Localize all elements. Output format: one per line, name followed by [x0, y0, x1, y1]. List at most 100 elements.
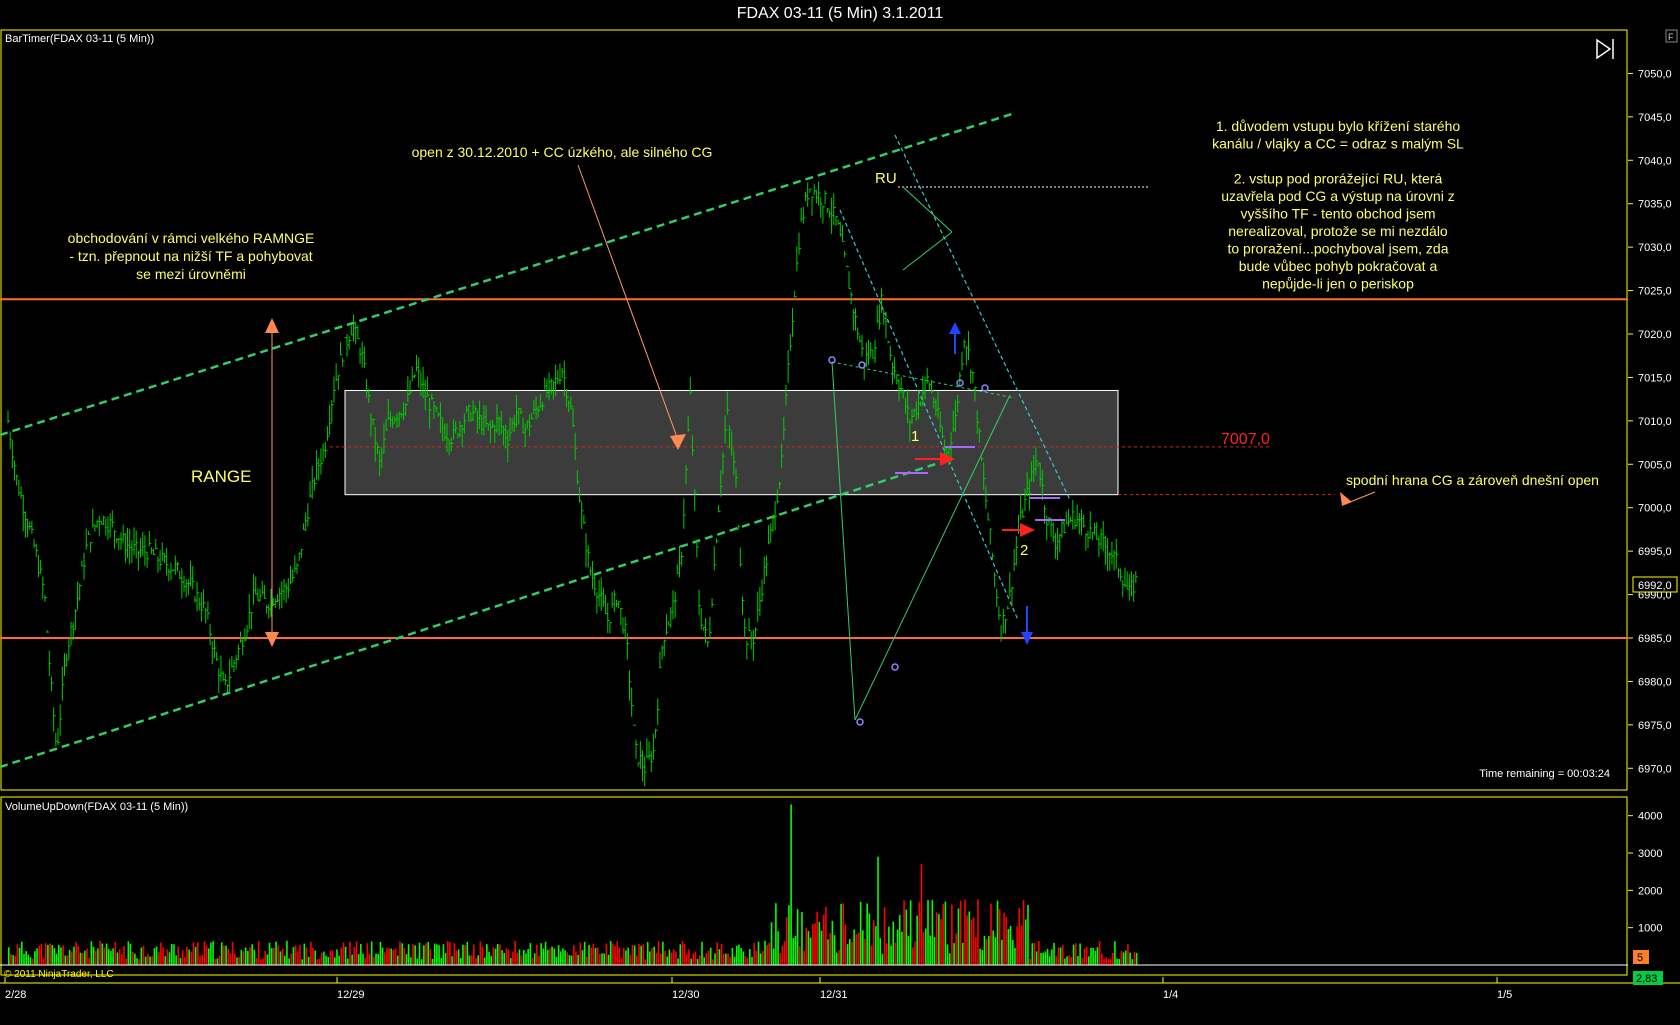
volume-bar [953, 943, 955, 965]
volume-bar [712, 959, 714, 965]
range-note-line-1: obchodování v rámci velkého RAMNGE [68, 230, 315, 246]
volume-bar [71, 951, 73, 965]
volume-bar [1033, 942, 1036, 965]
volume-bar [294, 945, 297, 965]
volume-bar [1011, 939, 1014, 965]
volume-bar [553, 948, 556, 965]
volume-bar [51, 945, 54, 965]
volume-bar [266, 954, 269, 965]
volume-bar [1107, 958, 1110, 965]
volume-bar [840, 904, 842, 965]
volume-bar [244, 947, 247, 965]
volume-bar [870, 945, 873, 965]
volume-bar [877, 856, 879, 965]
volume-bar [423, 945, 425, 965]
volume-bar [190, 951, 193, 965]
volume-bar [420, 959, 423, 965]
volume-bar [851, 941, 853, 965]
price-tick-label: 6980,0 [1638, 676, 1672, 688]
volume-bar [114, 942, 117, 965]
volume-bar [636, 955, 638, 965]
volume-bar [751, 956, 753, 965]
volume-bar [1133, 951, 1136, 965]
bottom-edge-note: spodní hrana CG a zároveň dnešní open [1346, 472, 1599, 488]
volume-bar [273, 947, 275, 965]
volume-bar [349, 941, 351, 965]
volume-bar [1022, 900, 1025, 965]
volume-bar [699, 955, 701, 965]
volume-bar [1059, 947, 1062, 965]
volume-bar [486, 944, 488, 965]
volume-bar [592, 943, 595, 965]
volume-bar [979, 948, 981, 965]
volume-bar [101, 943, 104, 965]
volume-bar [151, 956, 154, 965]
volume-bar [1120, 950, 1123, 965]
volume-bar [720, 944, 723, 965]
volume-bar [781, 945, 784, 965]
volume-bar [879, 938, 882, 965]
volume-bar [1014, 947, 1016, 965]
volume-bar [1098, 941, 1101, 965]
volume-bar [47, 944, 49, 965]
volume-bar [84, 950, 86, 965]
volume-bar [97, 948, 99, 965]
volume-bar [77, 946, 80, 965]
volume-bar [638, 943, 640, 965]
volume-bar [783, 941, 786, 965]
f-button[interactable]: F [1665, 29, 1678, 43]
volume-bar [875, 926, 877, 965]
volume-bar [31, 958, 34, 965]
volume-bar [353, 947, 356, 965]
volume-bar [218, 955, 221, 965]
volume-bar [546, 949, 549, 965]
volume-bar [290, 953, 293, 965]
volume-bar [935, 912, 938, 965]
time-tick-label: 12/30 [672, 989, 700, 1001]
volume-bar [518, 949, 521, 965]
skip-forward-icon[interactable] [1596, 38, 1614, 60]
volume-bar [655, 952, 658, 965]
volume-bar [27, 954, 30, 965]
volume-bar [173, 944, 175, 965]
volume-bar [379, 941, 382, 965]
volume-bar [436, 944, 438, 965]
volume-bar [286, 940, 288, 965]
volume-tick-label: 1000 [1638, 923, 1662, 935]
volume-bar [262, 958, 264, 965]
right-note-line: uzavřela pod CG a výstup na úrovni z [1221, 188, 1454, 204]
volume-bar [581, 950, 584, 965]
volume-bar [438, 945, 440, 965]
volume-value-tag: 5 [1633, 950, 1649, 964]
volume-bar [968, 911, 971, 965]
volume-bar [192, 941, 195, 965]
price-tick-label: 7040,0 [1638, 155, 1672, 167]
volume-bar [890, 945, 892, 965]
volume-bar [477, 955, 479, 965]
volume-bar [168, 952, 171, 965]
volume-bar [55, 953, 58, 965]
volume-bar [983, 935, 986, 965]
volume-bar [36, 948, 38, 965]
volume-bar [927, 900, 929, 965]
volume-bar [988, 936, 990, 965]
volume-bar [186, 946, 188, 965]
volume-bar [1094, 950, 1097, 965]
volume-bar [633, 945, 636, 965]
volume-bar [992, 930, 995, 965]
volume-bar [427, 941, 430, 965]
ru-wedge-line-2 [902, 186, 953, 233]
volume-bar [53, 948, 56, 965]
volume-bar [292, 947, 295, 965]
volume-bar [355, 941, 358, 965]
volume-bar [1135, 952, 1138, 965]
volume-bar [994, 937, 997, 965]
volume-bar [812, 924, 814, 965]
volume-bar [544, 941, 547, 965]
volume-bar [320, 952, 323, 965]
price-tick-label: 7045,0 [1638, 112, 1672, 124]
volume-bar [136, 958, 138, 965]
volume-bar [323, 951, 325, 965]
volume-bar [66, 955, 69, 965]
right-note-line: nepůjde-li jen o periskop [1262, 276, 1414, 292]
